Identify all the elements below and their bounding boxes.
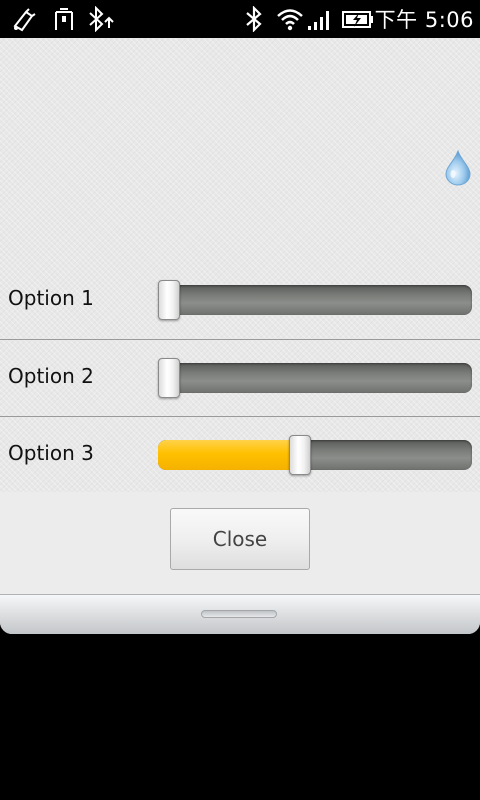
option-row-1: Option 1 (0, 262, 480, 338)
battery-charging-icon (342, 6, 374, 32)
option-1-slider[interactable] (158, 280, 472, 320)
option-label: Option 2 (8, 364, 94, 388)
slider-thumb[interactable] (158, 280, 180, 320)
close-button[interactable]: Close (170, 508, 310, 570)
settings-dialog: Option 1 Option 2 Option 3 Close (0, 38, 480, 634)
bluetooth-tethering-icon (86, 6, 114, 32)
slider-thumb[interactable] (158, 358, 180, 398)
dialog-button-bar: Close (0, 492, 480, 594)
slider-fill (158, 440, 300, 470)
water-drop-icon (444, 150, 472, 186)
signal-icon (306, 6, 334, 32)
option-label: Option 3 (8, 441, 94, 465)
dialog-bottom-bar (0, 594, 480, 634)
slider-thumb[interactable] (289, 435, 311, 475)
wifi-icon (276, 6, 304, 32)
status-time: 下午 5:06 (374, 8, 474, 32)
usb-debug-icon (10, 6, 38, 32)
option-3-slider[interactable] (158, 435, 472, 475)
option-row-2: Option 2 (0, 339, 480, 416)
dialog-content: Option 1 Option 2 Option 3 (0, 38, 480, 494)
status-bar: 下午 5:06 (0, 0, 480, 38)
usb-connection-icon (50, 6, 78, 32)
option-2-slider[interactable] (158, 358, 472, 398)
bluetooth-icon (240, 6, 268, 32)
option-row-3: Option 3 (0, 416, 480, 494)
drag-handle[interactable] (201, 610, 277, 618)
option-label: Option 1 (8, 286, 94, 310)
